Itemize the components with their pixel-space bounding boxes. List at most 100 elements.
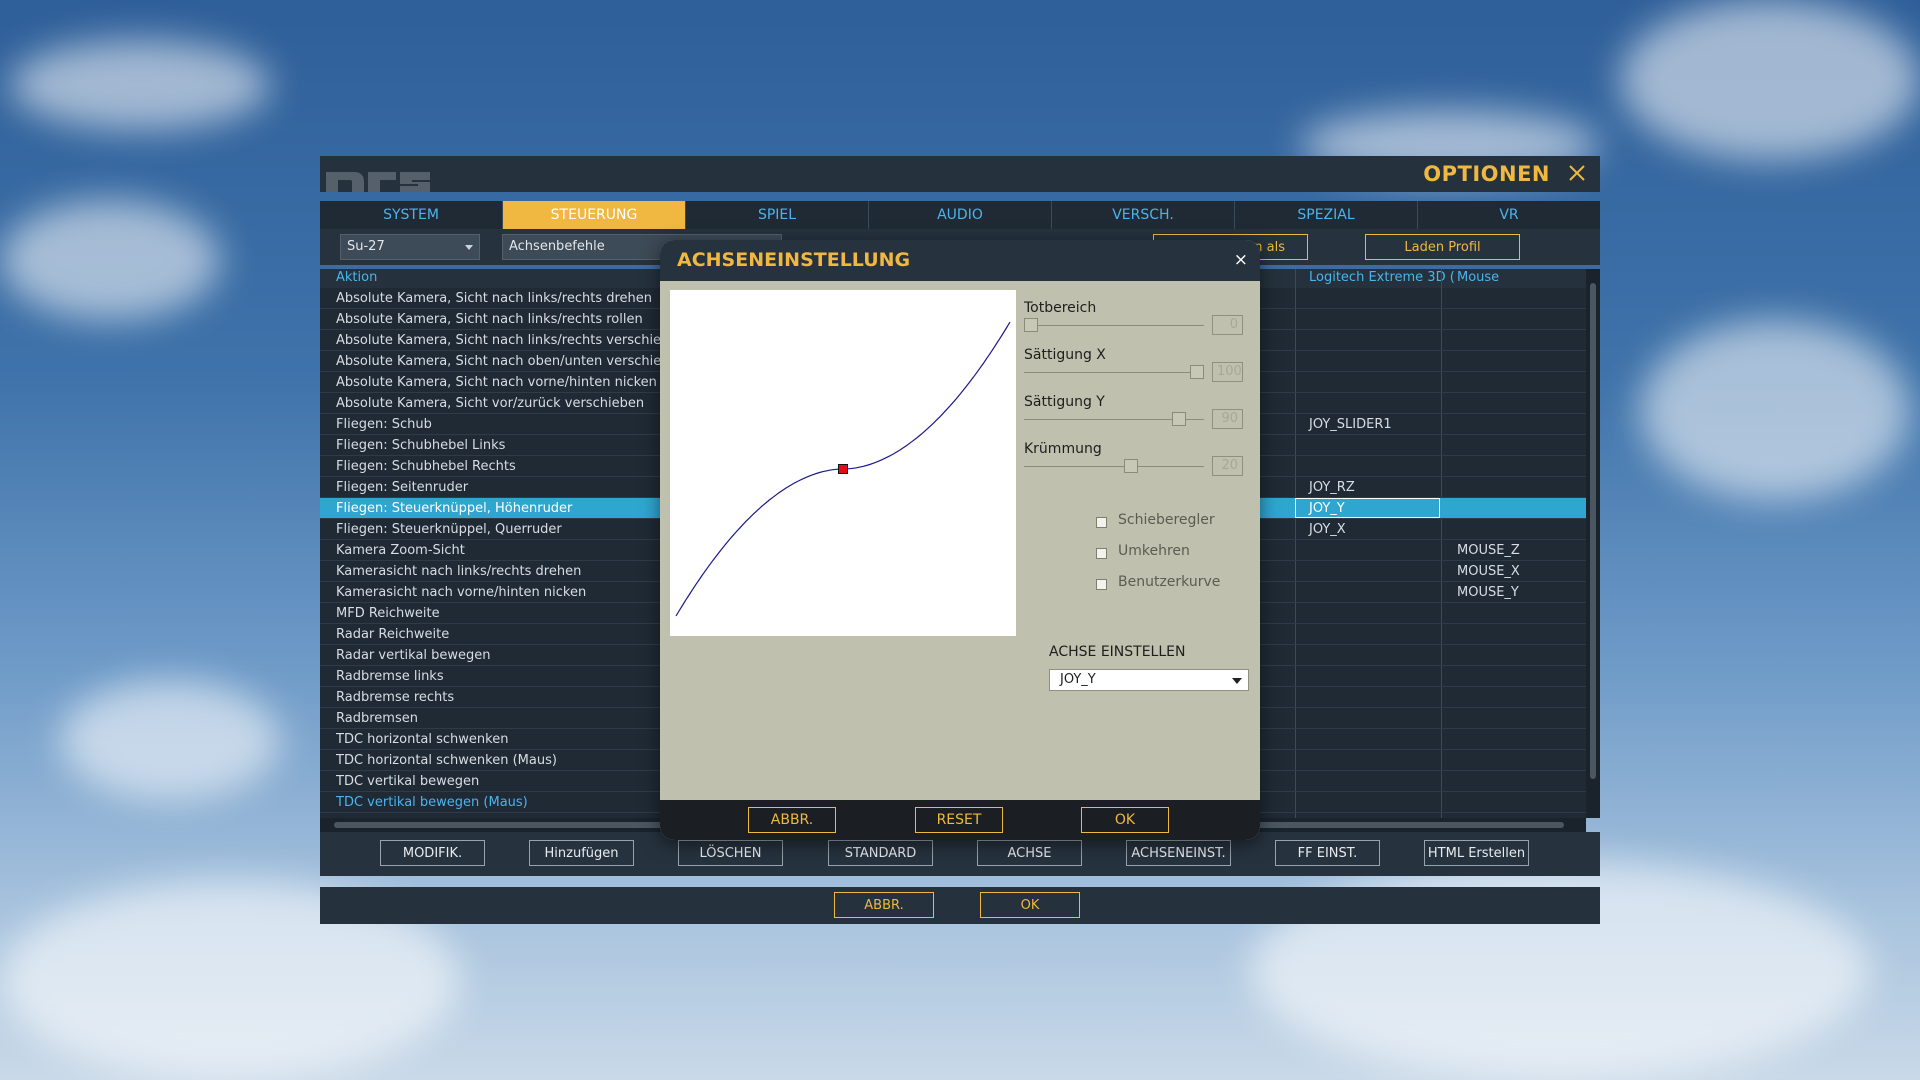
close-icon[interactable]: × — [1234, 250, 1248, 270]
saturation-x-slider-thumb[interactable] — [1190, 365, 1204, 379]
action-name-cell: Fliegen: Steuerknüppel, Höhenruder — [336, 501, 573, 516]
chevron-down-icon — [1232, 678, 1242, 684]
action-name-cell: Fliegen: Schubhebel Rechts — [336, 459, 516, 474]
curvature-value[interactable]: 20 — [1212, 456, 1243, 476]
action-name-cell: Radbremsen — [336, 711, 418, 726]
action-name-cell: Absolute Kamera, Sicht nach links/rechts… — [336, 312, 643, 327]
saturation-x-label: Sättigung X — [1024, 347, 1106, 363]
curvature-slider-track[interactable] — [1024, 466, 1204, 467]
dialog-title: ACHSENEINSTELLUNG — [677, 249, 911, 271]
tab-spiel[interactable]: SPIEL — [686, 201, 869, 229]
default-button[interactable]: STANDARD — [828, 840, 933, 866]
dialog-ok-button[interactable]: OK — [1081, 807, 1169, 833]
saturation-y-value[interactable]: 90 — [1212, 409, 1243, 429]
close-icon[interactable] — [1564, 160, 1590, 186]
deadzone-value[interactable]: 0 — [1212, 315, 1243, 335]
mouse-binding-cell[interactable]: MOUSE_X — [1457, 564, 1520, 579]
scrollbar-thumb[interactable] — [1590, 283, 1596, 779]
cloud — [0, 200, 220, 320]
axis-settings-button[interactable]: ACHSENEINST. — [1126, 840, 1231, 866]
ff-settings-button[interactable]: FF EINST. — [1275, 840, 1380, 866]
dialog-titlebar: ACHSENEINSTELLUNG × — [660, 240, 1260, 281]
action-name-cell: Radar Reichweite — [336, 627, 450, 642]
action-name-cell: Fliegen: Seitenruder — [336, 480, 469, 495]
action-name-cell: Fliegen: Schubhebel Links — [336, 438, 506, 453]
joystick-binding-cell[interactable]: JOY_X — [1309, 522, 1346, 537]
vertical-scrollbar[interactable] — [1586, 269, 1600, 818]
joystick-binding-cell[interactable]: JOY_SLIDER1 — [1309, 417, 1392, 432]
tab-bar: SYSTEM STEUERUNG SPIEL AUDIO VERSCH. SPE… — [320, 201, 1600, 229]
tab-steuerung[interactable]: STEUERUNG — [503, 201, 686, 229]
modifier-button[interactable]: MODIFIK. — [380, 840, 485, 866]
ok-button[interactable]: OK — [980, 892, 1080, 918]
joystick-binding-cell[interactable]: JOY_RZ — [1309, 480, 1355, 495]
dialog-cancel-button[interactable]: ABBR. — [748, 807, 836, 833]
action-name-cell: Absolute Kamera, Sicht nach links/rechts… — [336, 333, 686, 348]
mouse-binding-cell[interactable]: MOUSE_Z — [1457, 543, 1520, 558]
saturation-y-label: Sättigung Y — [1024, 394, 1105, 410]
action-name-cell: Radar vertikal bewegen — [336, 648, 491, 663]
html-export-button[interactable]: HTML Erstellen — [1424, 840, 1529, 866]
deadzone-slider-thumb[interactable] — [1024, 318, 1038, 332]
tab-audio[interactable]: AUDIO — [869, 201, 1052, 229]
user-curve-checkbox[interactable] — [1096, 579, 1107, 590]
action-name-cell: Fliegen: Steuerknüppel, Querruder — [336, 522, 562, 537]
saturation-x-slider-track[interactable] — [1024, 372, 1204, 373]
user-curve-checkbox-label: Benutzerkurve — [1118, 574, 1221, 590]
action-name-cell: TDC horizontal schwenken (Maus) — [336, 753, 557, 768]
action-name-cell: Radbremse links — [336, 669, 444, 684]
dcs-logo — [326, 172, 430, 192]
category-select-value: Achsenbefehle — [509, 239, 605, 254]
aircraft-select-value: Su-27 — [347, 239, 385, 254]
tab-versch[interactable]: VERSCH. — [1052, 201, 1235, 229]
tab-vr[interactable]: VR — [1418, 201, 1600, 229]
action-name-cell: Absolute Kamera, Sicht nach oben/unten v… — [336, 354, 686, 369]
curvature-label: Krümmung — [1024, 441, 1102, 457]
delete-button[interactable]: LÖSCHEN — [678, 840, 783, 866]
action-name-cell: Kamera Zoom-Sicht — [336, 543, 465, 558]
cloud — [10, 40, 270, 130]
deadzone-slider-track[interactable] — [1024, 325, 1204, 326]
saturation-x-value[interactable]: 100 — [1212, 362, 1243, 382]
dialog-footer: ABBR. RESET OK — [660, 800, 1260, 840]
curvature-slider-thumb[interactable] — [1124, 459, 1138, 473]
invert-checkbox-label: Umkehren — [1118, 543, 1190, 559]
aircraft-select[interactable]: Su-27 — [340, 234, 480, 260]
load-profile-button[interactable]: Laden Profil — [1365, 234, 1520, 260]
cloud — [1640, 320, 1910, 500]
action-name-cell: Kamerasicht nach vorne/hinten nicken — [336, 585, 587, 600]
axis-button[interactable]: ACHSE — [977, 840, 1082, 866]
slider-checkbox[interactable] — [1096, 517, 1107, 528]
slider-checkbox-label: Schieberegler — [1118, 512, 1215, 528]
cloud — [60, 680, 280, 800]
axis-assign-select[interactable]: JOY_Y — [1049, 669, 1249, 691]
axis-tune-dialog: ACHSENEINSTELLUNG × Totbereich 0 Sättigu… — [660, 240, 1260, 840]
axis-assign-value: JOY_Y — [1060, 672, 1096, 687]
chevron-down-icon — [465, 245, 473, 250]
response-curve-svg — [675, 321, 1011, 617]
column-header-joystick[interactable]: Logitech Extreme 3D ( — [1309, 270, 1455, 285]
action-name-cell: TDC vertikal bewegen (Maus) — [336, 795, 528, 810]
column-header-mouse[interactable]: Mouse — [1457, 270, 1499, 285]
column-header-action[interactable]: Aktion — [336, 270, 377, 285]
cloud — [1620, 0, 1920, 160]
action-name-cell: Kamerasicht nach links/rechts drehen — [336, 564, 582, 579]
deadzone-label: Totbereich — [1024, 300, 1097, 316]
tab-spezial[interactable]: SPEZIAL — [1235, 201, 1418, 229]
action-name-cell: Absolute Kamera, Sicht nach links/rechts… — [336, 291, 653, 306]
action-name-cell: TDC vertikal bewegen — [336, 774, 480, 789]
window-footer: ABBR. OK — [320, 887, 1600, 924]
tab-system[interactable]: SYSTEM — [320, 201, 503, 229]
action-name-cell: Radbremse rechts — [336, 690, 455, 705]
mouse-binding-cell[interactable]: MOUSE_Y — [1457, 585, 1519, 600]
action-name-cell: Absolute Kamera, Sicht nach vorne/hinten… — [336, 375, 657, 390]
response-curve-plot — [670, 290, 1016, 636]
saturation-y-slider-thumb[interactable] — [1172, 412, 1186, 426]
reset-button[interactable]: RESET — [915, 807, 1003, 833]
window-title: OPTIONEN — [1423, 162, 1550, 186]
cancel-button[interactable]: ABBR. — [834, 892, 934, 918]
invert-checkbox[interactable] — [1096, 548, 1107, 559]
window-titlebar: OPTIONEN — [320, 156, 1600, 192]
add-button[interactable]: Hinzufügen — [529, 840, 634, 866]
curve-position-marker[interactable] — [838, 464, 848, 474]
